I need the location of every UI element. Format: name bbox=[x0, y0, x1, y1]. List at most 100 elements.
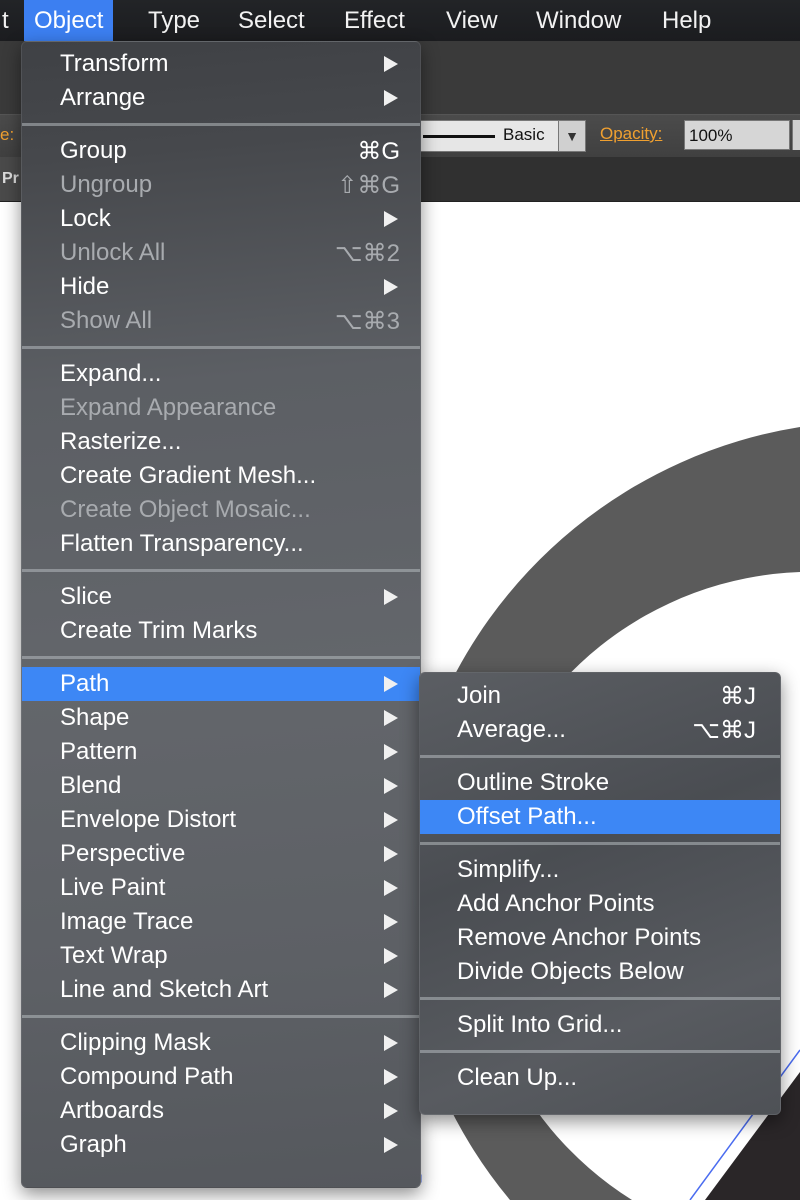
menu-item-artboards[interactable]: Artboards bbox=[22, 1094, 420, 1128]
menubar-item-window[interactable]: Window bbox=[526, 0, 631, 41]
menu-separator bbox=[22, 346, 420, 349]
menu-item-shape[interactable]: Shape bbox=[22, 701, 420, 735]
menu-item-label: Offset Path... bbox=[457, 803, 597, 830]
menu-item-compound-path[interactable]: Compound Path bbox=[22, 1060, 420, 1094]
submenu-item-clean-up[interactable]: Clean Up... bbox=[420, 1061, 780, 1095]
menu-item-expand[interactable]: Expand... bbox=[22, 357, 420, 391]
menu-item-arrange[interactable]: Arrange bbox=[22, 81, 420, 115]
submenu-item-outline-stroke[interactable]: Outline Stroke bbox=[420, 766, 780, 800]
chevron-down-icon: ▼ bbox=[565, 128, 579, 144]
menu-item-clipping-mask[interactable]: Clipping Mask bbox=[22, 1026, 420, 1060]
menu-item-shortcut: ⌥⌘2 bbox=[334, 240, 400, 267]
menu-separator bbox=[420, 997, 780, 1000]
menu-item-label: Show All bbox=[60, 307, 153, 334]
opacity-input[interactable]: 100% bbox=[684, 120, 790, 150]
menubar-item-view[interactable]: View bbox=[436, 0, 508, 41]
submenu-item-remove-anchor-points[interactable]: Remove Anchor Points bbox=[420, 921, 780, 955]
menu-item-pattern[interactable]: Pattern bbox=[22, 735, 420, 769]
brush-stroke-preview bbox=[423, 135, 495, 138]
menu-item-graph[interactable]: Graph bbox=[22, 1128, 420, 1162]
submenu-arrow-icon bbox=[384, 90, 398, 106]
menu-item-label: Create Trim Marks bbox=[60, 617, 258, 644]
menu-item-hide[interactable]: Hide bbox=[22, 270, 420, 304]
menubar-item-effect[interactable]: Effect bbox=[334, 0, 415, 41]
menu-item-group[interactable]: Group ⌘G bbox=[22, 134, 420, 168]
menubar-item-select[interactable]: Select bbox=[228, 0, 315, 41]
menu-item-label: Unlock All bbox=[60, 239, 166, 266]
menu-item-label: Compound Path bbox=[60, 1063, 234, 1090]
menu-item-label: Perspective bbox=[60, 840, 186, 867]
menu-item-shortcut: ⌥⌘3 bbox=[334, 308, 400, 335]
menu-item-transform[interactable]: Transform bbox=[22, 47, 420, 81]
menu-item-label: Create Object Mosaic... bbox=[60, 496, 311, 523]
menu-item-text-wrap[interactable]: Text Wrap bbox=[22, 939, 420, 973]
menu-item-flatten-transparency[interactable]: Flatten Transparency... bbox=[22, 527, 420, 561]
menu-separator bbox=[22, 1015, 420, 1018]
menu-item-label: Clean Up... bbox=[457, 1064, 578, 1091]
menu-separator bbox=[22, 656, 420, 659]
menu-item-line-and-sketch-art[interactable]: Line and Sketch Art bbox=[22, 973, 420, 1007]
menu-separator bbox=[420, 842, 780, 845]
submenu-item-simplify[interactable]: Simplify... bbox=[420, 853, 780, 887]
menu-item-blend[interactable]: Blend bbox=[22, 769, 420, 803]
submenu-arrow-icon bbox=[384, 914, 398, 930]
menu-item-label: Create Gradient Mesh... bbox=[60, 462, 317, 489]
opacity-dropdown-button[interactable] bbox=[792, 120, 800, 150]
submenu-arrow-icon bbox=[384, 211, 398, 227]
menu-separator bbox=[22, 123, 420, 126]
menubar-item-object[interactable]: Object bbox=[24, 0, 114, 41]
menu-item-create-gradient-mesh[interactable]: Create Gradient Mesh... bbox=[22, 459, 420, 493]
menu-item-label: Path bbox=[60, 670, 110, 697]
menu-item-expand-appearance: Expand Appearance bbox=[22, 391, 420, 425]
brush-definition-field[interactable]: Basic bbox=[418, 120, 560, 152]
menubar-item-t[interactable]: t bbox=[0, 0, 19, 41]
menubar-item-type[interactable]: Type bbox=[138, 0, 210, 41]
menu-item-label: Pattern bbox=[60, 738, 138, 765]
menu-item-label: Arrange bbox=[60, 84, 146, 111]
submenu-item-split-into-grid[interactable]: Split Into Grid... bbox=[420, 1008, 780, 1042]
submenu-item-join[interactable]: Join ⌘J bbox=[420, 679, 780, 713]
menu-item-label: Outline Stroke bbox=[457, 769, 610, 796]
menu-item-label: Envelope Distort bbox=[60, 806, 237, 833]
menu-item-label: Hide bbox=[60, 273, 110, 300]
path-submenu: Join ⌘J Average... ⌥⌘J Outline Stroke Offset … bbox=[419, 672, 781, 1115]
menu-separator bbox=[420, 755, 780, 758]
stroke-label[interactable]: e: bbox=[0, 125, 14, 145]
menu-item-lock[interactable]: Lock bbox=[22, 202, 420, 236]
menu-item-label: Blend bbox=[60, 772, 122, 799]
submenu-arrow-icon bbox=[384, 56, 398, 72]
menu-item-create-trim-marks[interactable]: Create Trim Marks bbox=[22, 614, 420, 648]
menubar-item-help[interactable]: Help bbox=[652, 0, 721, 41]
menu-item-label: Group bbox=[60, 137, 127, 164]
menu-item-label: Flatten Transparency... bbox=[60, 530, 304, 557]
menu-item-perspective[interactable]: Perspective bbox=[22, 837, 420, 871]
menu-separator bbox=[420, 1050, 780, 1053]
submenu-arrow-icon bbox=[384, 744, 398, 760]
menu-item-label: Artboards bbox=[60, 1097, 165, 1124]
menu-item-slice[interactable]: Slice bbox=[22, 580, 420, 614]
brush-dropdown-button[interactable]: ▼ bbox=[558, 120, 586, 152]
menu-item-label: Join bbox=[457, 682, 502, 709]
submenu-arrow-icon bbox=[384, 676, 398, 692]
submenu-item-add-anchor-points[interactable]: Add Anchor Points bbox=[420, 887, 780, 921]
document-tab[interactable]: Pr bbox=[0, 157, 22, 201]
submenu-arrow-icon bbox=[384, 1137, 398, 1153]
object-menu: Transform Arrange Group ⌘G Ungroup ⇧⌘G Lock Unl… bbox=[21, 41, 421, 1188]
menu-item-path[interactable]: Path bbox=[22, 667, 420, 701]
menu-bar: t Object Type Select Effect View Window Help bbox=[0, 0, 800, 41]
opacity-label[interactable]: Opacity: bbox=[600, 124, 662, 144]
menu-item-envelope-distort[interactable]: Envelope Distort bbox=[22, 803, 420, 837]
menu-item-rasterize[interactable]: Rasterize... bbox=[22, 425, 420, 459]
submenu-arrow-icon bbox=[384, 778, 398, 794]
submenu-arrow-icon bbox=[384, 1069, 398, 1085]
menu-item-label: Text Wrap bbox=[60, 942, 168, 969]
menu-item-shortcut: ⌘G bbox=[357, 138, 400, 165]
menu-item-live-paint[interactable]: Live Paint bbox=[22, 871, 420, 905]
submenu-arrow-icon bbox=[384, 279, 398, 295]
menu-item-label: Average... bbox=[457, 716, 566, 743]
menu-item-create-object-mosaic: Create Object Mosaic... bbox=[22, 493, 420, 527]
menu-item-image-trace[interactable]: Image Trace bbox=[22, 905, 420, 939]
submenu-item-divide-objects-below[interactable]: Divide Objects Below bbox=[420, 955, 780, 989]
submenu-item-average[interactable]: Average... ⌥⌘J bbox=[420, 713, 780, 747]
submenu-item-offset-path[interactable]: Offset Path... bbox=[420, 800, 780, 834]
